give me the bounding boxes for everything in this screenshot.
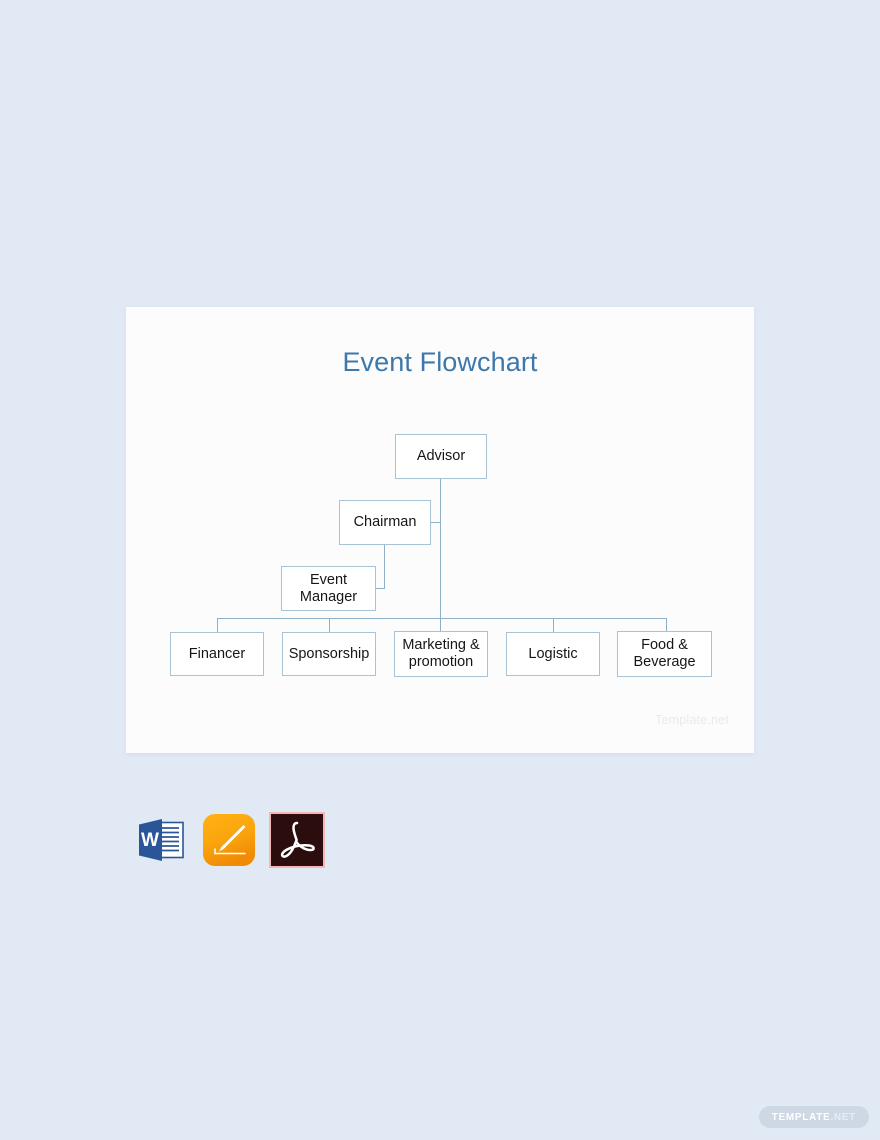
connector-bus-line (217, 618, 667, 619)
node-food-beverage[interactable]: Food & Beverage (617, 631, 712, 677)
node-marketing-promotion-label: Marketing & promotion (402, 637, 480, 670)
badge-suffix: .NET (830, 1111, 856, 1123)
connector-chairman-drop (384, 545, 385, 588)
connector-advisor-to-chairman (431, 522, 441, 523)
apple-pages-icon-glyph (203, 814, 255, 866)
node-advisor[interactable]: Advisor (395, 434, 487, 479)
template-preview-card: Event Flowchart Advisor Chairman Event M… (126, 307, 754, 753)
file-format-icons: W (133, 812, 325, 868)
node-logistic-label: Logistic (528, 645, 578, 662)
node-chairman-label: Chairman (353, 514, 417, 531)
node-financer[interactable]: Financer (170, 632, 264, 676)
ms-word-icon[interactable]: W (133, 812, 189, 868)
node-advisor-label: Advisor (416, 448, 466, 465)
ms-word-icon-glyph: W (139, 819, 184, 861)
svg-text:W: W (141, 830, 159, 851)
event-flowchart-diagram: Advisor Chairman Event Manager Financer … (126, 307, 754, 753)
node-financer-label: Financer (188, 645, 246, 662)
adobe-pdf-icon[interactable] (269, 812, 325, 868)
watermark: Template.net (655, 713, 729, 727)
node-sponsorship[interactable]: Sponsorship (282, 632, 376, 676)
adobe-pdf-icon-glyph (269, 812, 325, 868)
node-chairman[interactable]: Chairman (339, 500, 431, 545)
template-net-badge[interactable]: TEMPLATE .NET (758, 1106, 869, 1128)
node-event-manager-label: Event Manager (299, 571, 358, 605)
node-marketing-promotion[interactable]: Marketing & promotion (394, 631, 488, 677)
node-food-beverage-label: Food & Beverage (633, 637, 696, 670)
connector-advisor-spine (440, 479, 441, 623)
node-logistic[interactable]: Logistic (506, 632, 600, 676)
node-sponsorship-label: Sponsorship (288, 645, 370, 662)
node-event-manager[interactable]: Event Manager (281, 566, 376, 611)
badge-prefix: TEMPLATE (771, 1111, 831, 1123)
apple-pages-icon[interactable] (201, 812, 257, 868)
connector-chairman-to-event-manager (376, 588, 385, 589)
